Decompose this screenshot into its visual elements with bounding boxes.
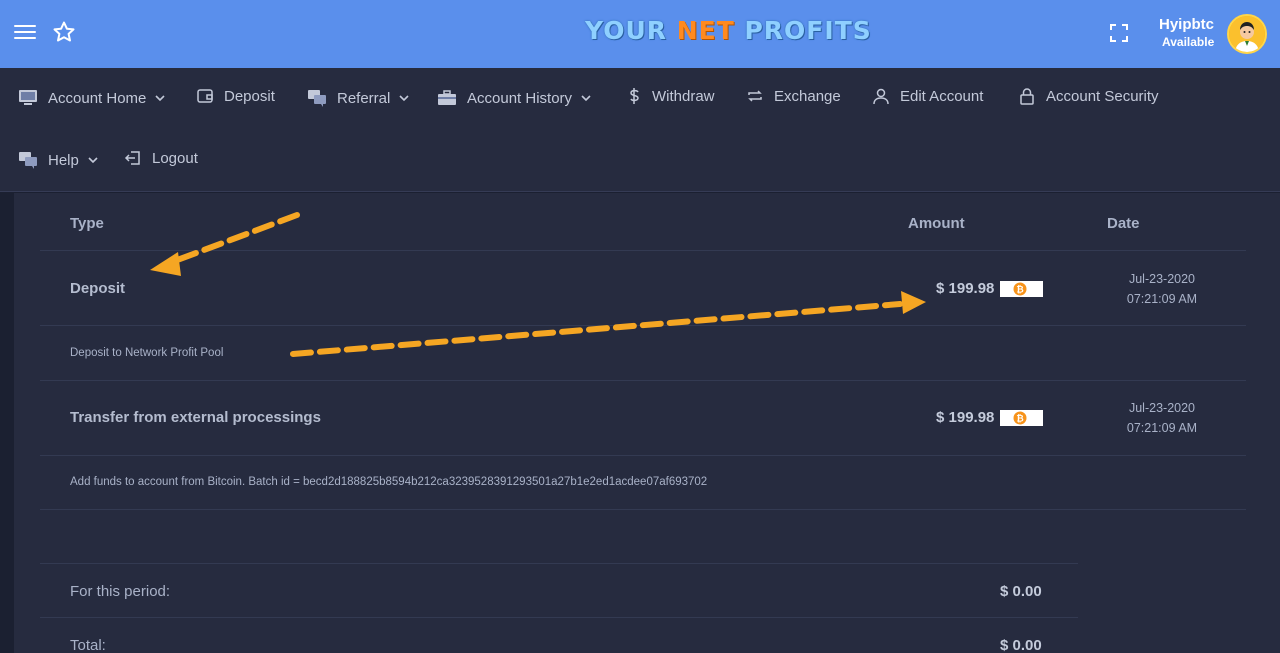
divider <box>40 380 1246 381</box>
bitcoin-badge: ₿ <box>1000 409 1044 426</box>
column-header-type: Type <box>70 215 104 232</box>
nav-logout[interactable]: Logout <box>124 149 198 167</box>
column-header-date: Date <box>1107 215 1140 232</box>
user-avatar[interactable] <box>1227 14 1267 54</box>
divider <box>40 617 1078 618</box>
row-date: Jul-23-2020 07:21:09 AM <box>1126 401 1198 435</box>
lock-icon <box>1020 88 1034 105</box>
nav-withdraw[interactable]: Withdraw <box>626 87 715 105</box>
period-total-label: For this period: <box>70 583 171 600</box>
nav-account-history[interactable]: Account History <box>437 89 591 107</box>
logout-icon <box>124 151 140 165</box>
period-total-value: $ 0.00 <box>1000 583 1042 600</box>
row-amount: $ 199.98 ₿ <box>936 280 1044 297</box>
chevron-down-icon <box>155 95 165 102</box>
divider <box>40 455 1246 456</box>
nav-referral[interactable]: Referral <box>307 89 409 107</box>
svg-text:₿: ₿ <box>1017 413 1024 424</box>
chevron-down-icon <box>581 95 591 102</box>
nav-exchange[interactable]: Exchange <box>746 87 841 105</box>
chat-icon <box>308 90 326 107</box>
star-icon[interactable] <box>52 20 78 46</box>
user-icon <box>873 88 889 105</box>
column-header-amount: Amount <box>908 215 965 232</box>
user-status: Available <box>1162 35 1215 49</box>
dollar-icon <box>630 88 639 104</box>
briefcase-icon <box>438 90 456 105</box>
divider <box>40 325 1246 326</box>
user-name[interactable]: Hyipbtc <box>1159 16 1214 33</box>
fullscreen-icon[interactable] <box>1108 22 1130 44</box>
bitcoin-icon: ₿ <box>1013 411 1027 424</box>
bitcoin-badge: ₿ <box>1000 280 1044 297</box>
repeat-icon <box>748 90 762 102</box>
row-description: Deposit to Network Profit Pool <box>70 347 224 359</box>
monitor-icon <box>19 90 37 105</box>
chevron-down-icon <box>88 157 98 164</box>
nav-account-home[interactable]: Account Home <box>18 89 165 107</box>
main-navigation: Account Home Deposit Referral Account Hi… <box>0 68 1280 192</box>
wallet-icon <box>197 89 213 103</box>
nav-help[interactable]: Help <box>18 151 98 169</box>
top-bar: YOUR NET PROFITS Hyipbtc Available <box>0 0 1280 68</box>
grand-total-value: $ 0.00 <box>1000 637 1042 653</box>
nav-deposit[interactable]: Deposit <box>196 87 275 105</box>
nav-account-security[interactable]: Account Security <box>1018 87 1159 105</box>
hamburger-menu-icon[interactable] <box>14 22 36 44</box>
grand-total-label: Total: <box>70 637 106 653</box>
row-type: Transfer from external processings <box>70 409 321 426</box>
site-logo[interactable]: YOUR NET PROFITS <box>585 16 872 45</box>
nav-edit-account[interactable]: Edit Account <box>872 87 983 105</box>
row-amount: $ 199.98 ₿ <box>936 409 1044 426</box>
bitcoin-icon: ₿ <box>1013 282 1027 295</box>
divider <box>40 509 1246 510</box>
chat-icon <box>19 152 37 169</box>
divider <box>40 250 1246 251</box>
row-type: Deposit <box>70 280 126 297</box>
divider <box>40 563 1078 564</box>
svg-text:₿: ₿ <box>1017 284 1024 295</box>
row-description: Add funds to account from Bitcoin. Batch… <box>70 476 708 488</box>
row-date: Jul-23-2020 07:21:09 AM <box>1126 272 1198 306</box>
chevron-down-icon <box>399 95 409 102</box>
